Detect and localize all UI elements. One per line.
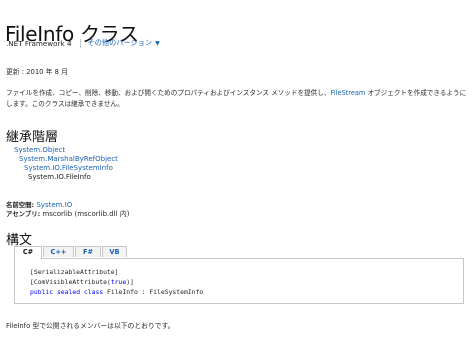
code-line-3: public sealed class FileInfo : FileSyste… [30,288,204,296]
namespace-link[interactable]: System.IO [36,201,72,209]
assembly-row: アセンブリ: mscorlib (mscorlib.dll 内) [6,209,130,219]
tab-fsharp[interactable]: F# [75,246,101,257]
inheritance-item-fileinfo: System.IO.FileInfo [28,173,91,181]
inheritance-item-marshalbyrefobject[interactable]: System.MarshalByRefObject [19,155,118,164]
version-separator [79,38,81,48]
inheritance-item-filesysteminfo[interactable]: System.IO.FileSystemInfo [24,164,113,173]
code-text: [SerializableAttribute] [ComVisibleAttri… [30,267,203,297]
members-intro: FileInfo 型で公開されるメンバーは以下のとおりです。 [6,322,175,330]
filestream-link[interactable]: FileStream [330,89,365,97]
tab-cpp[interactable]: C++ [43,246,74,257]
version-bar: .NET Framework 4 その他のバージョン ▼ [6,38,160,48]
code-block: [SerializableAttribute] [ComVisibleAttri… [14,258,464,304]
namespace-row: 名前空間: System.IO [6,200,72,209]
framework-version: .NET Framework 4 [6,38,72,48]
page: FileInfo クラス .NET Framework 4 その他のバージョン … [0,0,474,342]
code-line-1: [SerializableAttribute] [30,268,119,276]
inheritance-heading: 継承階層 [6,130,59,145]
class-description: ファイルを作成、コピー、削除、移動、および開くためのプロパティおよびインスタンス… [6,88,468,109]
language-tabs: C# C++ F# VB [14,246,128,259]
code-line-2: [ComVisibleAttribute(true)] [30,278,134,286]
description-text-start: ファイルを作成、コピー、削除、移動、および開くためのプロパティおよびインスタンス… [6,89,331,97]
chevron-down-icon[interactable]: ▼ [155,40,160,47]
assembly-label: アセンブリ: [6,210,41,218]
namespace-label: 名前空間: [6,201,35,209]
updated-date: 更新 : 2010 年 8 月 [6,68,68,76]
tab-vb[interactable]: VB [102,246,127,257]
inheritance-item-system-object[interactable]: System.Object [14,146,65,155]
tab-csharp[interactable]: C# [14,246,42,259]
other-versions-link[interactable]: その他のバージョン [88,38,153,48]
assembly-value: mscorlib (mscorlib.dll 内) [42,210,130,218]
